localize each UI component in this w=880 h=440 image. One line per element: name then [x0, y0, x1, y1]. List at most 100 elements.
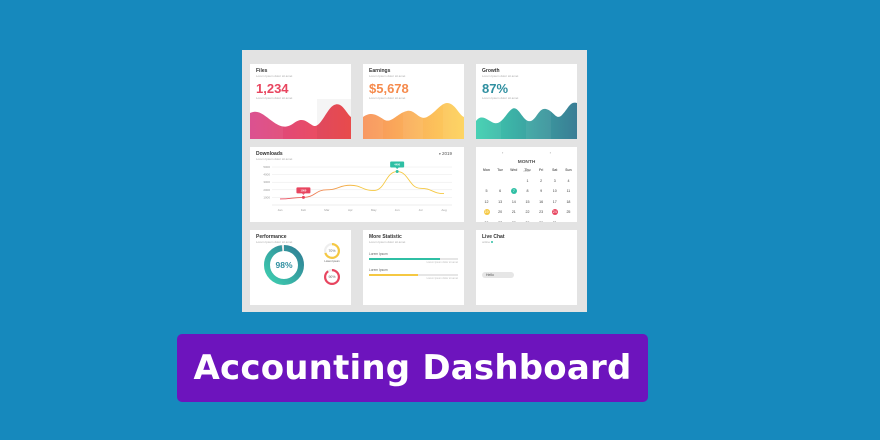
- calendar-weekday-row: Mon Tue Wed Thu Fri Sat Sun: [480, 165, 575, 176]
- calendar-week-row: 5 6 7 8 9 10 11: [480, 186, 575, 197]
- calendar-day[interactable]: 31: [548, 221, 561, 222]
- chevron-right-icon[interactable]: ›: [550, 150, 551, 155]
- statistic-bar-note: Lorem Ipsum dolor sit amet: [426, 277, 458, 280]
- x-tick-label: Jan: [278, 208, 283, 212]
- calendar-day[interactable]: 19: [480, 209, 493, 216]
- earnings-subtitle: Lorem Ipsum dolor sit amet: [369, 74, 406, 78]
- calendar-day[interactable]: 2: [535, 179, 548, 183]
- calendar-week-row: 262728293031: [480, 218, 575, 222]
- highlight-point[interactable]: [395, 170, 399, 174]
- growth-value: 87%: [482, 81, 509, 96]
- tooltip-pointer: [301, 193, 305, 195]
- calendar-day[interactable]: 23: [535, 210, 548, 214]
- statistic-bar-fill: [369, 274, 418, 276]
- calendar-day[interactable]: 18: [562, 200, 575, 204]
- earnings-wave-chart: [363, 99, 464, 139]
- files-value: 1,234: [256, 81, 289, 96]
- downloads-line-chart: 5000 4000 3000 2000 1000 Jan Feb Mar Apr May Jun Ju…: [263, 161, 452, 212]
- calendar-grid: Mon Tue Wed Thu Fri Sat Sun 1 2 3 4 5 6 7 8 9 10 11 12 13 14…: [480, 165, 575, 222]
- earnings-card[interactable]: Earnings Lorem Ipsum dolor sit amet $5,6…: [363, 64, 464, 139]
- calendar-day[interactable]: 6: [494, 189, 507, 193]
- x-tick-label: Feb: [301, 208, 307, 212]
- calendar-day[interactable]: 4: [562, 179, 575, 183]
- online-dot-icon: [490, 241, 493, 244]
- calendar-card[interactable]: ‹ MONTH › 2019 Mon Tue Wed Thu Fri Sat Sun 1 2 3 4…: [476, 147, 577, 222]
- y-tick-label: 3000: [263, 180, 270, 184]
- calendar-day[interactable]: 27: [494, 221, 507, 222]
- calendar-day-highlight: 19: [483, 209, 490, 216]
- calendar-day[interactable]: 30: [535, 221, 548, 222]
- calendar-week-row: 1234: [480, 176, 575, 187]
- growth-card[interactable]: Growth Lorem Ipsum dolor sit amet 87% Lo…: [476, 64, 577, 139]
- tooltip-pointer: [395, 167, 399, 170]
- calendar-day[interactable]: 14: [507, 200, 520, 204]
- x-tick-label: Aug: [441, 208, 447, 212]
- calendar-day[interactable]: 20: [494, 210, 507, 214]
- more-statistic-card[interactable]: More Statistic Lorem Ipsum dolor sit ame…: [363, 230, 464, 305]
- statistic-bar-track: [369, 274, 458, 276]
- calendar-day[interactable]: 29: [521, 221, 534, 222]
- downloads-series-line: [279, 171, 445, 200]
- y-tick-label: 4000: [263, 173, 270, 177]
- more-statistic-subtitle: Lorem Ipsum dolor sit amet: [369, 240, 406, 244]
- calendar-day[interactable]: 1: [521, 179, 534, 183]
- calendar-day[interactable]: 28: [507, 221, 520, 222]
- live-chat-card[interactable]: Live Chat online Hello: [476, 230, 577, 305]
- calendar-day[interactable]: 12: [480, 200, 493, 204]
- performance-small-percent: 90%: [328, 275, 336, 279]
- calendar-day[interactable]: 8: [521, 189, 534, 193]
- calendar-day[interactable]: 7: [507, 188, 520, 195]
- calendar-day[interactable]: 17: [548, 200, 561, 204]
- calendar-week-row: 12 13 14 15 16 17 18: [480, 197, 575, 208]
- files-card[interactable]: Files Lorem Ipsum dolor sit amet 1,234 L…: [250, 64, 351, 139]
- statistic-bar-fill: [369, 258, 441, 260]
- calendar-day[interactable]: 13: [494, 200, 507, 204]
- banner-title: Accounting Dashboard: [193, 348, 632, 388]
- calendar-day[interactable]: 11: [562, 189, 575, 193]
- weekday-label: Sat: [552, 168, 558, 173]
- x-tick-label: Apr: [348, 208, 353, 212]
- x-tick-label: Jun: [395, 208, 400, 212]
- x-tick-label: Mar: [324, 208, 329, 212]
- calendar-day-highlight: 24: [551, 209, 558, 216]
- files-subtitle: Lorem Ipsum dolor sit amet: [256, 74, 293, 78]
- statistic-bar-note: Lorem Ipsum dolor sit amet: [426, 261, 458, 264]
- performance-main-percent: 98%: [275, 260, 293, 270]
- calendar-day[interactable]: 15: [521, 200, 534, 204]
- highlight-point[interactable]: [301, 195, 305, 199]
- performance-small-percent: 70%: [328, 249, 336, 253]
- title-banner: Accounting Dashboard: [177, 334, 648, 402]
- calendar-day[interactable]: 24: [548, 209, 561, 216]
- weekday-label: Thu: [524, 168, 531, 173]
- weekday-label: Fri: [538, 168, 544, 173]
- performance-small-caption: Lorem Ipsum: [324, 260, 340, 263]
- calendar-day[interactable]: 21: [507, 210, 520, 214]
- y-tick-label: 5000: [263, 165, 270, 169]
- performance-subtitle: Lorem Ipsum dolor sit amet: [256, 240, 293, 244]
- downloads-card[interactable]: Downloads Lorem Ipsum dolor sit amet ▾ 2…: [250, 147, 464, 222]
- calendar-week-row: 19 20 21 22 23 24 25: [480, 207, 575, 218]
- statistic-bar-label: Lorem Ipsum: [369, 252, 388, 256]
- calendar-day[interactable]: 5: [480, 189, 493, 193]
- chat-message-bubble: Hello: [482, 272, 514, 278]
- calendar-day[interactable]: 16: [535, 200, 548, 204]
- chat-message-text: Hello: [486, 273, 494, 277]
- calendar-day[interactable]: 26: [480, 221, 493, 222]
- chevron-left-icon[interactable]: ‹: [502, 150, 503, 155]
- weekday-label: Tue: [497, 168, 504, 173]
- performance-card[interactable]: Performance Lorem Ipsum dolor sit amet 9…: [250, 230, 351, 305]
- calendar-day[interactable]: 3: [548, 179, 561, 183]
- weekday-label: Wed: [510, 168, 518, 173]
- calendar-day[interactable]: 10: [548, 189, 561, 193]
- calendar-day[interactable]: 22: [521, 210, 534, 214]
- tooltip-label: 1000: [301, 188, 307, 192]
- dashboard-preview: Files Lorem Ipsum dolor sit amet 1,234 L…: [242, 50, 587, 312]
- y-tick-label: 1000: [263, 195, 270, 199]
- weekday-label: Mon: [483, 168, 490, 173]
- growth-wave-chart: [476, 99, 577, 139]
- earnings-value: $5,678: [369, 81, 409, 96]
- y-tick-label: 2000: [263, 188, 270, 192]
- calendar-day[interactable]: 9: [535, 189, 548, 193]
- calendar-day[interactable]: 25: [562, 210, 575, 214]
- weekday-label: Sun: [565, 168, 572, 173]
